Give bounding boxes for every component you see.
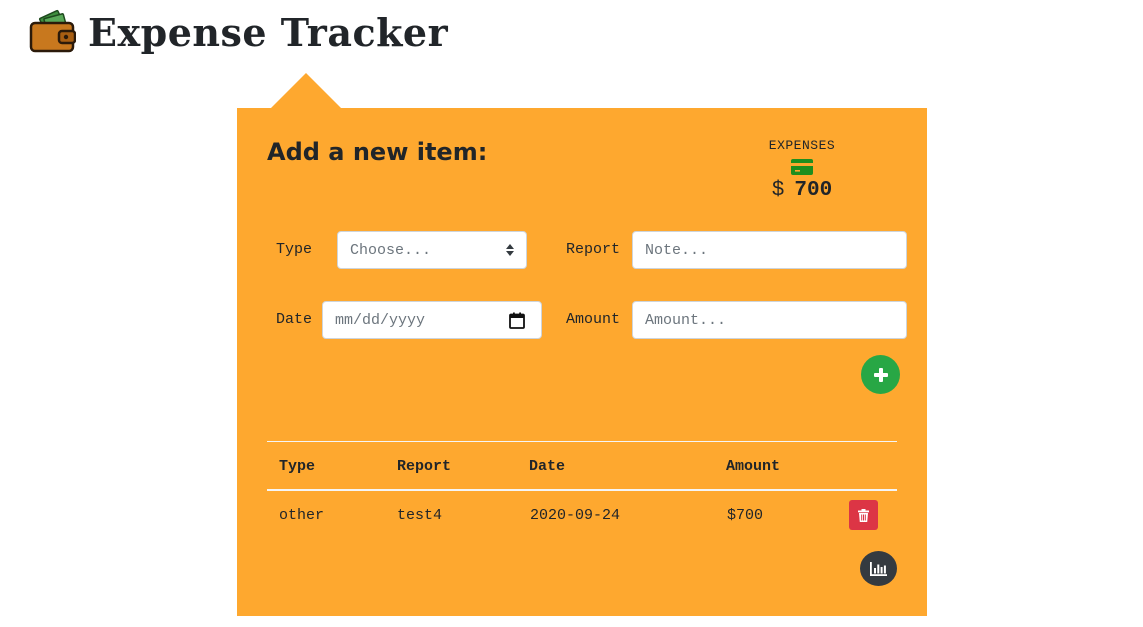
- header-amount: Amount: [726, 458, 781, 475]
- expenses-label: EXPENSES: [768, 138, 836, 153]
- app-title: Expense Tracker: [88, 9, 449, 55]
- report-label: Report: [566, 241, 621, 258]
- expense-panel: Add a new item: EXPENSES $700 Type Choos…: [237, 108, 927, 616]
- plus-icon: [873, 367, 888, 382]
- table-row: other test4 2020-09-24 $700: [267, 491, 897, 539]
- delete-row-button[interactable]: [849, 500, 878, 530]
- amount-field[interactable]: [632, 301, 907, 339]
- wallet-icon: [29, 9, 76, 53]
- row-type: other: [279, 507, 325, 524]
- expenses-value: 700: [794, 179, 833, 202]
- row-amount: $700: [727, 507, 764, 524]
- table-header: Type Report Date Amount: [267, 442, 897, 489]
- report-input[interactable]: [645, 241, 894, 259]
- form-heading: Add a new item:: [267, 138, 488, 166]
- date-field[interactable]: [322, 301, 542, 339]
- trash-icon: [858, 508, 869, 522]
- calendar-icon[interactable]: [509, 312, 525, 329]
- report-field[interactable]: [632, 231, 907, 269]
- header-date: Date: [529, 458, 566, 475]
- type-select-value: Choose...: [350, 241, 432, 259]
- currency-symbol: $: [771, 179, 785, 202]
- bar-chart-icon: [870, 561, 887, 576]
- chart-button[interactable]: [860, 551, 897, 586]
- row-report: test4: [397, 507, 443, 524]
- date-input[interactable]: [335, 311, 529, 329]
- expenses-total: $700: [727, 179, 877, 202]
- expense-table: Type Report Date Amount other test4 2020…: [267, 441, 897, 539]
- expenses-summary: EXPENSES $700: [727, 138, 877, 202]
- amount-label: Amount: [566, 311, 621, 328]
- header-report: Report: [397, 458, 452, 475]
- amount-input[interactable]: [645, 311, 894, 329]
- select-arrows-icon: [506, 244, 514, 256]
- credit-card-icon: [791, 159, 813, 175]
- header-type: Type: [279, 458, 316, 475]
- app-header: Expense Tracker: [28, 8, 448, 56]
- row-date: 2020-09-24: [530, 507, 621, 524]
- type-select[interactable]: Choose...: [337, 231, 527, 269]
- panel-notch: [271, 73, 341, 108]
- add-item-button[interactable]: [861, 355, 900, 394]
- type-label: Type: [276, 241, 313, 258]
- date-label: Date: [276, 311, 313, 328]
